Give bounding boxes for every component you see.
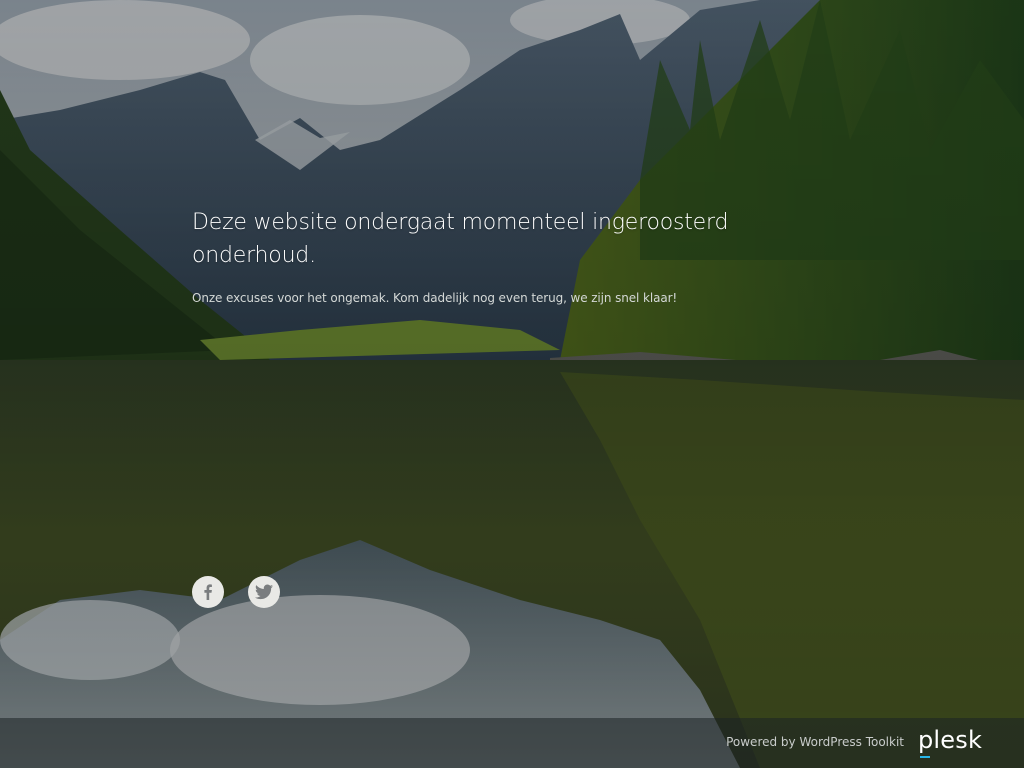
headline-block: Deze website ondergaat momenteel ingeroo… [192, 206, 752, 306]
plesk-logo-text: plesk [918, 726, 983, 754]
plesk-logo[interactable]: plesk [918, 726, 988, 760]
social-links [192, 576, 280, 608]
twitter-button[interactable] [248, 576, 280, 608]
powered-by-text: Powered by WordPress Toolkit [726, 735, 904, 749]
page-subtitle: Onze excuses voor het ongemak. Kom dadel… [192, 291, 678, 305]
footer-bar: Powered by WordPress Toolkit plesk [0, 718, 1024, 768]
twitter-icon [255, 584, 273, 600]
facebook-button[interactable] [192, 576, 224, 608]
page-title: Deze website ondergaat momenteel ingeroo… [192, 210, 729, 268]
maintenance-page: Deze website ondergaat momenteel ingeroo… [0, 0, 1024, 768]
background-landscape [0, 0, 1024, 768]
facebook-icon [204, 584, 212, 600]
plesk-logo-accent [920, 756, 930, 758]
